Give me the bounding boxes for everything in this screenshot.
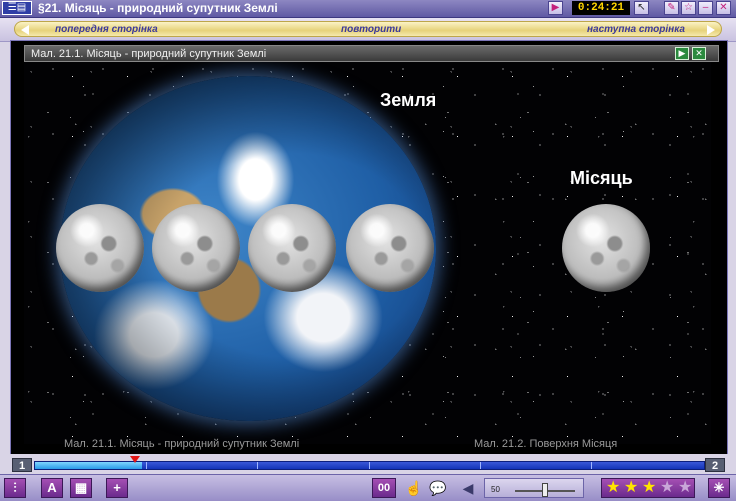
moon-image (56, 204, 144, 292)
window-title: §21. Місяць - природний супутник Землі (38, 1, 278, 15)
play-icon[interactable]: ▶ (548, 1, 563, 15)
next-page-badge[interactable]: 2 (705, 458, 725, 472)
rating-star[interactable]: ★ (678, 479, 692, 497)
track-tick (257, 462, 258, 469)
track-tick (369, 462, 370, 469)
title-bar: ☰▤ §21. Місяць - природний супутник Земл… (0, 0, 736, 18)
moon-image (248, 204, 336, 292)
progress-track[interactable] (34, 456, 705, 470)
rating-stars[interactable]: ★ ★ ★ ★ ★ (601, 478, 695, 498)
rating-star[interactable]: ★ (624, 479, 638, 497)
prev-arrow-icon[interactable] (21, 25, 29, 35)
play-animation-icon[interactable]: ▶ (675, 47, 689, 60)
notes-icon[interactable]: ✎ (664, 1, 679, 15)
volume-value: 50 (491, 485, 500, 494)
progress-strip: 1 2 (0, 454, 736, 474)
playhead-marker[interactable] (130, 456, 140, 463)
figure-caption-bar: Мал. 21.1. Місяць - природний супутник З… (24, 45, 719, 62)
moon-image (346, 204, 434, 292)
rating-star[interactable]: ★ (606, 479, 620, 497)
settings-sliders-icon[interactable]: ⫶ (4, 478, 26, 498)
hidden-caption-right: Мал. 21.2. Поверхня Місяця (474, 438, 618, 450)
track-tick (146, 462, 147, 469)
volume-knob[interactable] (542, 483, 548, 497)
bottom-toolbar: ⫶ A ▦ + 00 ☝ 💬 ◀ 50 ★ ★ ★ ★ ★ ✳ (0, 474, 736, 501)
repeat-link[interactable]: повторити (341, 22, 401, 37)
cursor-icon[interactable]: ↖ (634, 1, 649, 15)
track-tick (480, 462, 481, 469)
figure-caption: Мал. 21.1. Місяць - природний супутник З… (31, 48, 267, 60)
earth-label: Земля (380, 90, 437, 110)
sparkle-icon[interactable]: ✳ (708, 478, 730, 498)
volume-control[interactable]: 50 (484, 478, 584, 498)
hidden-caption-left: Мал. 21.1. Місяць - природний супутник З… (64, 438, 300, 450)
current-page-badge[interactable]: 1 (12, 458, 32, 472)
app-menu-icon[interactable]: ☰▤ (2, 1, 32, 15)
glossary-button[interactable]: 00 (372, 478, 396, 498)
moon-image (152, 204, 240, 292)
track-tick (591, 462, 592, 469)
rating-star[interactable]: ★ (660, 479, 674, 497)
next-arrow-icon[interactable] (707, 25, 715, 35)
favorite-icon[interactable]: ☆ (681, 1, 696, 15)
hand-pointer-icon[interactable]: ☝ (404, 479, 424, 497)
navigation-ribbon: попередня сторінка повторити наступна ст… (14, 21, 722, 37)
minimize-icon[interactable]: – (698, 1, 713, 15)
next-page-link[interactable]: наступна сторінка (587, 22, 685, 37)
text-style-icon[interactable]: A (41, 478, 63, 498)
moon-label: Місяць (570, 168, 633, 188)
prev-page-link[interactable]: попередня сторінка (55, 22, 158, 37)
close-figure-icon[interactable]: ✕ (692, 47, 706, 60)
timer-display: 0:24:21 (572, 1, 630, 15)
close-icon[interactable]: ✕ (716, 1, 731, 15)
progress-fill (35, 462, 142, 469)
rating-star[interactable]: ★ (642, 479, 656, 497)
page-navigation: попередня сторінка повторити наступна ст… (0, 18, 736, 42)
calendar-icon[interactable]: ▦ (70, 478, 92, 498)
moon-image (562, 204, 650, 292)
speaker-icon[interactable]: ◀ (458, 479, 478, 497)
add-button[interactable]: + (106, 478, 128, 498)
speech-bubble-icon[interactable]: 💬 (428, 479, 448, 497)
